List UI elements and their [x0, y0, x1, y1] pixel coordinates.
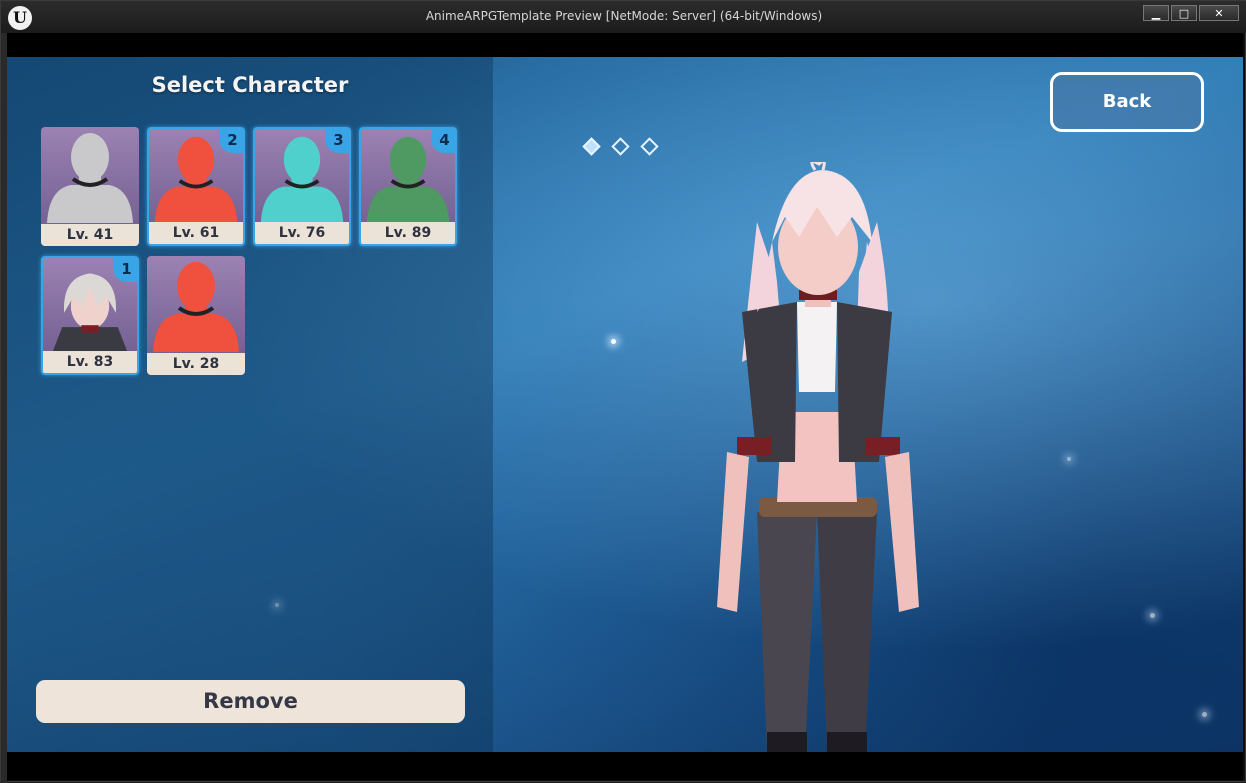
back-button[interactable]: Back	[1050, 72, 1204, 132]
viewport-letterbox-bottom	[7, 752, 1243, 780]
character-preview[interactable]	[687, 162, 947, 752]
close-button[interactable]: ✕	[1199, 5, 1239, 21]
page-dot-icon[interactable]	[582, 137, 601, 156]
character-card[interactable]: 2 Lv. 61	[147, 127, 245, 246]
character-card[interactable]: 4 Lv. 89	[359, 127, 457, 246]
character-level: Lv. 89	[361, 222, 455, 244]
page-indicator	[582, 137, 659, 156]
character-card[interactable]: 3 Lv. 76	[253, 127, 351, 246]
app-window: U AnimeARPGTemplate Preview [NetMode: Se…	[0, 0, 1246, 783]
remove-button[interactable]: Remove	[36, 680, 465, 723]
star	[611, 339, 616, 344]
character-level: Lv. 76	[255, 222, 349, 244]
character-card[interactable]: Lv. 41	[41, 127, 139, 246]
star	[1202, 712, 1207, 717]
character-level: Lv. 83	[43, 351, 137, 373]
page-dot-icon[interactable]	[611, 137, 630, 156]
viewport-letterbox-top	[7, 33, 1243, 57]
character-level: Lv. 41	[41, 224, 139, 246]
minimize-button[interactable]: ▁	[1143, 5, 1169, 21]
character-select-panel: Select Character Lv. 41 2 Lv. 61 3 Lv. 76 4 Lv…	[7, 57, 493, 752]
page-dot-icon[interactable]	[640, 137, 659, 156]
window-title: AnimeARPGTemplate Preview [NetMode: Serv…	[425, 9, 823, 23]
maximize-button[interactable]: □	[1171, 5, 1197, 21]
character-card[interactable]: 1 Lv. 83	[41, 256, 139, 375]
character-level: Lv. 61	[149, 222, 243, 244]
mannequin-portrait	[47, 133, 133, 223]
game-viewport[interactable]: Select Character Lv. 41 2 Lv. 61 3 Lv. 76 4 Lv…	[7, 57, 1243, 752]
title-bar[interactable]: U AnimeARPGTemplate Preview [NetMode: Se…	[1, 1, 1246, 33]
star	[1067, 457, 1071, 461]
star	[1150, 613, 1155, 618]
character-level: Lv. 28	[147, 353, 245, 375]
character-card[interactable]: Lv. 28	[147, 256, 245, 375]
window-controls: ▁ □ ✕	[1143, 5, 1239, 21]
panel-title: Select Character	[151, 73, 349, 97]
mannequin-portrait	[153, 262, 239, 352]
